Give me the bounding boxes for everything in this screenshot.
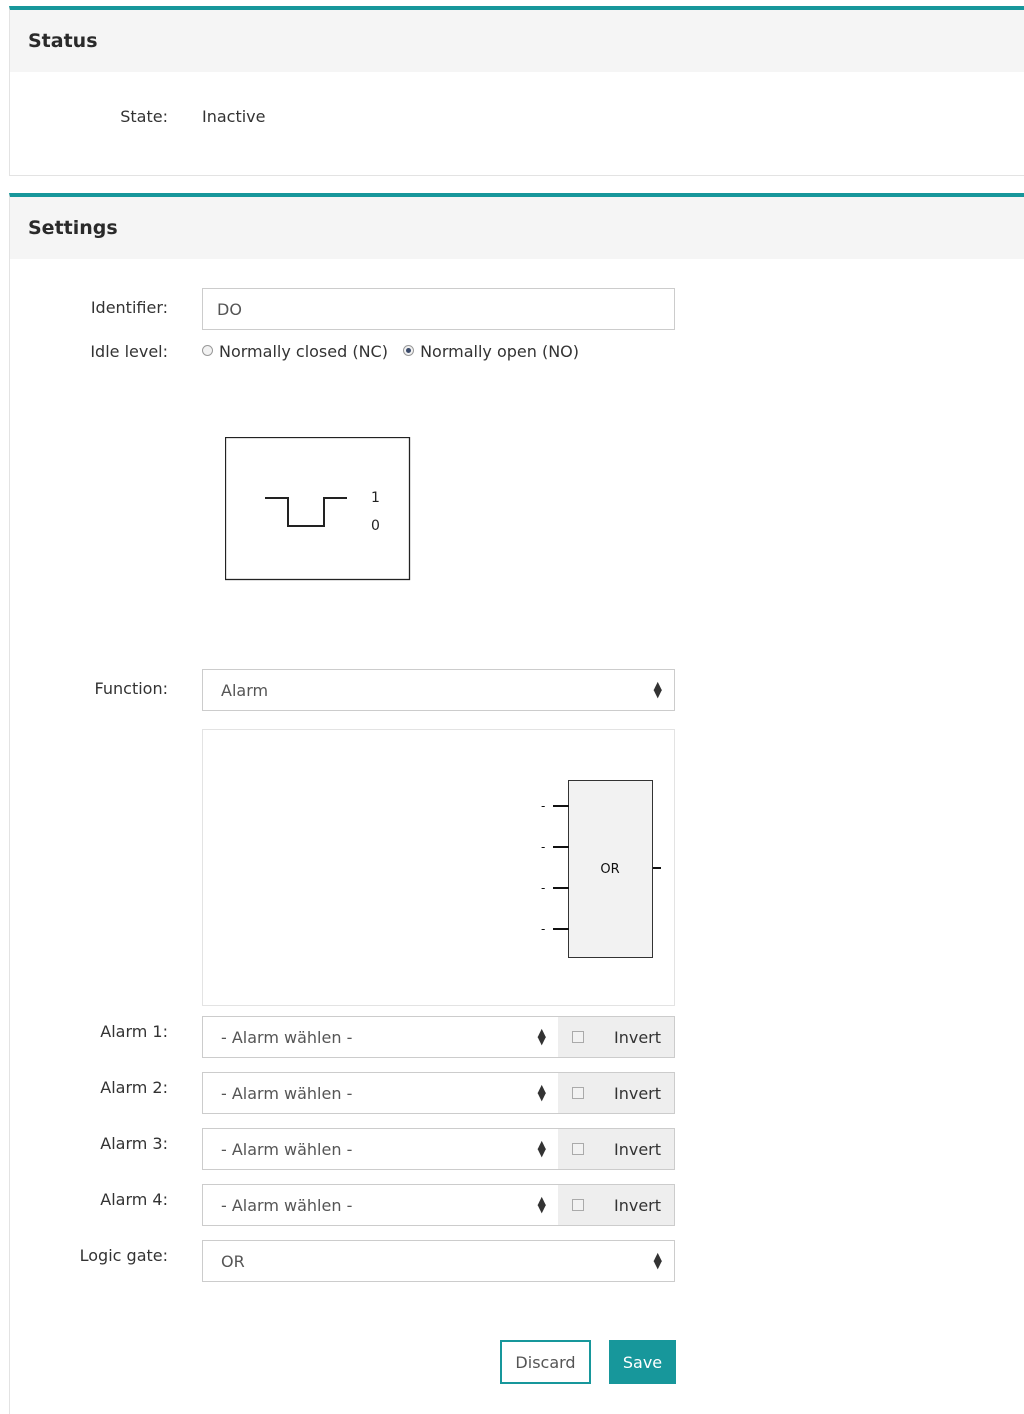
gate-type-label: OR bbox=[600, 862, 619, 877]
alarm-1-invert[interactable]: Invert bbox=[558, 1016, 675, 1058]
save-button[interactable]: Save bbox=[609, 1340, 676, 1384]
function-label: Function: bbox=[94, 679, 168, 698]
alarm-4-label: Alarm 4: bbox=[100, 1190, 168, 1209]
radio-nc-circle[interactable] bbox=[202, 345, 213, 356]
identifier-input[interactable]: DO bbox=[202, 288, 675, 330]
radio-nc[interactable]: Normally closed (NC) bbox=[202, 342, 388, 361]
gate-input-label-4: - bbox=[541, 922, 545, 936]
state-value: Inactive bbox=[202, 107, 266, 126]
alarm-2-label: Alarm 2: bbox=[100, 1078, 168, 1097]
gate-input-label-2: - bbox=[541, 840, 545, 854]
select-arrows-icon: ▲ ▼ bbox=[537, 1082, 546, 1103]
alarm-1-invert-checkbox[interactable] bbox=[572, 1031, 584, 1043]
discard-button[interactable]: Discard bbox=[500, 1340, 591, 1384]
alarm-4-invert[interactable]: Invert bbox=[558, 1184, 675, 1226]
select-arrows-icon: ▲ ▼ bbox=[537, 1194, 546, 1215]
radio-nc-label[interactable]: Normally closed (NC) bbox=[219, 342, 388, 361]
alarm-4-select-value: - Alarm wählen - bbox=[221, 1195, 353, 1215]
alarm-3-invert-label: Invert bbox=[614, 1139, 662, 1159]
signal-diagram-frame bbox=[225, 437, 411, 581]
alarm-3-invert-checkbox[interactable] bbox=[572, 1143, 584, 1155]
identifier-label: Identifier: bbox=[90, 298, 168, 317]
signal-low-label: 0 bbox=[371, 518, 380, 534]
alarm-2-invert[interactable]: Invert bbox=[558, 1072, 675, 1114]
radio-no-circle[interactable] bbox=[403, 345, 415, 356]
signal-high-label: 1 bbox=[371, 490, 380, 506]
function-select-value: Alarm bbox=[221, 680, 269, 700]
alarm-1-select[interactable]: - Alarm wählen - ▲ ▼ bbox=[202, 1016, 559, 1058]
alarm-2-select[interactable]: - Alarm wählen - ▲ ▼ bbox=[202, 1072, 559, 1114]
alarm-3-select-value: - Alarm wählen - bbox=[221, 1139, 353, 1159]
signal-level-diagram: 1 0 bbox=[225, 437, 411, 581]
select-arrows-icon: ▲ ▼ bbox=[653, 1250, 662, 1271]
logic-gate-select[interactable]: OR ▲ ▼ bbox=[202, 1240, 675, 1282]
idle-level-label: Idle level: bbox=[90, 342, 168, 361]
idle-level-radio-group: Normally closed (NC) Normally open (NO) bbox=[202, 342, 579, 361]
alarm-3-label: Alarm 3: bbox=[100, 1134, 168, 1153]
alarm-3-select[interactable]: - Alarm wählen - ▲ ▼ bbox=[202, 1128, 559, 1170]
state-label: State: bbox=[120, 107, 168, 126]
alarm-4-invert-checkbox[interactable] bbox=[572, 1199, 584, 1211]
alarm-4-select[interactable]: - Alarm wählen - ▲ ▼ bbox=[202, 1184, 559, 1226]
logic-gate-select-value: OR bbox=[221, 1251, 245, 1271]
alarm-4-invert-label: Invert bbox=[614, 1195, 662, 1215]
radio-no-label[interactable]: Normally open (NO) bbox=[420, 342, 579, 361]
status-panel: Status State: Inactive bbox=[9, 6, 1024, 176]
select-arrows-icon: ▲ ▼ bbox=[537, 1026, 546, 1047]
alarm-2-invert-checkbox[interactable] bbox=[572, 1087, 584, 1099]
gate-input-label-3: - bbox=[541, 881, 545, 895]
alarm-2-select-value: - Alarm wählen - bbox=[221, 1083, 353, 1103]
gate-input-label-1: - bbox=[541, 799, 545, 813]
function-select[interactable]: Alarm ▲ ▼ bbox=[202, 669, 675, 711]
alarm-2-invert-label: Invert bbox=[614, 1083, 662, 1103]
alarm-1-invert-label: Invert bbox=[614, 1027, 662, 1047]
or-gate-diagram: - - - - OR bbox=[541, 780, 661, 958]
select-arrows-icon: ▲ ▼ bbox=[653, 679, 662, 700]
logic-gate-label: Logic gate: bbox=[79, 1246, 168, 1265]
settings-panel-title: Settings bbox=[10, 197, 1024, 259]
radio-no[interactable]: Normally open (NO) bbox=[403, 342, 579, 361]
select-arrows-icon: ▲ ▼ bbox=[537, 1138, 546, 1159]
alarm-1-select-value: - Alarm wählen - bbox=[221, 1027, 353, 1047]
status-panel-title: Status bbox=[10, 10, 1024, 72]
alarm-3-invert[interactable]: Invert bbox=[558, 1128, 675, 1170]
logic-diagram-box: - - - - OR bbox=[202, 729, 675, 1006]
settings-panel: Settings Identifier: DO Idle level: Norm… bbox=[9, 193, 1024, 1414]
alarm-1-label: Alarm 1: bbox=[100, 1022, 168, 1041]
